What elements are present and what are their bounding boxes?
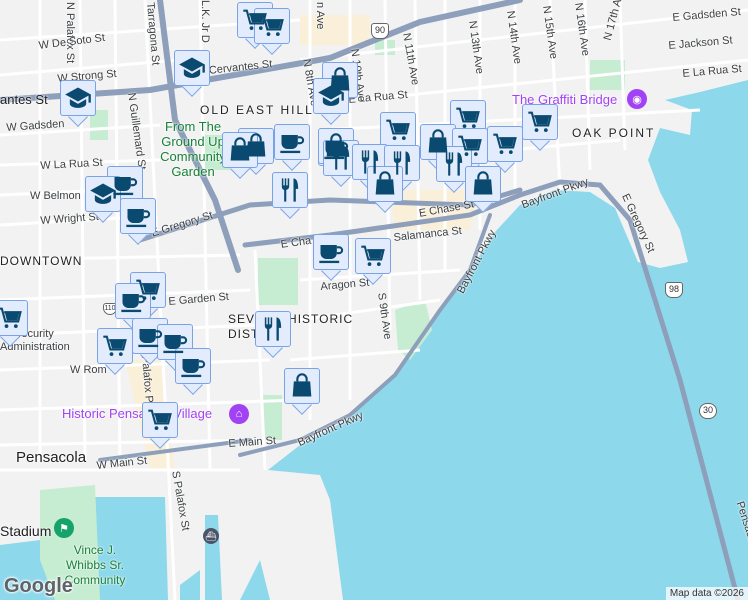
shopping-bag-icon xyxy=(371,170,399,198)
coffee-cup-icon xyxy=(124,202,152,230)
camera-pin-icon[interactable]: ◉ xyxy=(627,89,647,109)
marker-body xyxy=(0,300,28,336)
shopping-bag-icon xyxy=(469,170,497,198)
restaurant-icon xyxy=(276,176,304,204)
marker-body xyxy=(313,78,349,114)
marker-body xyxy=(436,146,472,182)
marker-body xyxy=(115,283,151,319)
route-98-shield: 98 xyxy=(665,282,683,298)
shopping-bag-marker[interactable] xyxy=(465,166,501,213)
coffee-cup-marker[interactable] xyxy=(175,348,211,395)
school-icon xyxy=(178,54,206,82)
restaurant-icon xyxy=(440,150,468,178)
marker-body xyxy=(222,132,258,168)
restaurant-marker[interactable] xyxy=(255,311,291,358)
school-icon xyxy=(64,84,92,112)
street-label: N Palafox St xyxy=(64,2,76,64)
shopping-cart-icon xyxy=(359,242,387,270)
school-icon xyxy=(89,180,117,208)
marker-body xyxy=(174,50,210,86)
museum-pin-icon[interactable]: ⌂ xyxy=(229,404,249,424)
coffee-cup-marker[interactable] xyxy=(274,124,310,171)
marker-body xyxy=(380,112,416,148)
street-label: antes St xyxy=(0,92,48,107)
street-label: n Ave xyxy=(314,2,326,30)
marker-body xyxy=(272,172,308,208)
marker-body xyxy=(142,402,178,438)
google-logo: Google xyxy=(4,575,73,597)
street-label: W Belmon xyxy=(30,190,81,202)
marker-body xyxy=(284,368,320,404)
marker-body xyxy=(274,124,310,160)
marker-body xyxy=(465,166,501,202)
marker-body xyxy=(85,176,121,212)
poi-stadium[interactable]: Stadium xyxy=(0,523,51,539)
coffee-cup-icon xyxy=(136,322,164,350)
marker-body xyxy=(522,104,558,140)
shopping-cart-icon xyxy=(101,332,129,360)
school-icon xyxy=(317,82,345,110)
marker-body xyxy=(97,328,133,364)
shopping-cart-marker[interactable] xyxy=(355,238,391,285)
restaurant-icon xyxy=(259,315,287,343)
marker-body xyxy=(255,311,291,347)
marker-body xyxy=(323,140,359,176)
shopping-cart-marker[interactable] xyxy=(254,8,290,55)
marker-body xyxy=(175,348,211,384)
stadium-pin-icon[interactable]: ⚑ xyxy=(54,518,74,538)
marker-body xyxy=(355,238,391,274)
shopping-cart-marker[interactable] xyxy=(97,328,133,375)
coffee-cup-icon xyxy=(119,287,147,315)
street-label: L.K. Jr D xyxy=(199,0,211,43)
marker-body xyxy=(367,166,403,202)
neighborhood-label: DOWNTOWN xyxy=(0,254,83,268)
marker-body xyxy=(313,234,349,270)
marker-body xyxy=(450,100,486,136)
shopping-cart-icon xyxy=(526,108,554,136)
coffee-cup-marker[interactable] xyxy=(120,198,156,245)
coffee-cup-icon xyxy=(179,352,207,380)
shopping-cart-icon xyxy=(491,130,519,158)
neighborhood-label: SEVILLE HISTORIC DISTRICT xyxy=(228,312,354,341)
school-marker[interactable] xyxy=(60,80,96,127)
marker-body xyxy=(254,8,290,44)
poi-community-garden[interactable]: From The Ground Up Community Garden xyxy=(160,119,226,179)
shopping-cart-icon xyxy=(454,104,482,132)
coffee-cup-icon xyxy=(278,128,306,156)
coffee-cup-icon xyxy=(317,238,345,266)
route-30-shield: 30 xyxy=(699,403,717,419)
shopping-bag-marker[interactable] xyxy=(284,368,320,415)
poi-historic-pensacola-village[interactable]: Historic Pensacola Village xyxy=(62,406,212,421)
restaurant-icon xyxy=(327,144,355,172)
marker-body xyxy=(60,80,96,116)
shopping-cart-icon xyxy=(146,406,174,434)
coffee-cup-marker[interactable] xyxy=(313,234,349,281)
shopping-cart-icon xyxy=(384,116,412,144)
neighborhood-label: OLD EAST HILL xyxy=(200,103,314,117)
shopping-bag-icon xyxy=(226,136,254,164)
marker-body xyxy=(120,198,156,234)
city-label: Pensacola xyxy=(16,449,87,466)
school-marker[interactable] xyxy=(85,176,121,223)
shopping-cart-marker[interactable] xyxy=(142,402,178,449)
school-marker[interactable] xyxy=(313,78,349,125)
marker-body xyxy=(487,126,523,162)
route-90-shield: 90 xyxy=(371,23,389,39)
restaurant-marker[interactable] xyxy=(272,172,308,219)
shopping-cart-icon xyxy=(0,304,24,332)
shopping-cart-marker[interactable] xyxy=(522,104,558,151)
ferry-pin-icon[interactable]: ⛴ xyxy=(203,528,219,544)
shopping-cart-marker[interactable] xyxy=(0,300,28,347)
shopping-bag-marker[interactable] xyxy=(367,166,403,213)
neighborhood-label: OAK POINT xyxy=(572,126,656,140)
shopping-bag-icon xyxy=(288,372,316,400)
map-attribution[interactable]: Map data ©2026 xyxy=(665,587,748,600)
shopping-cart-icon xyxy=(258,12,286,40)
shopping-bag-marker[interactable] xyxy=(222,132,258,179)
school-marker[interactable] xyxy=(174,50,210,97)
